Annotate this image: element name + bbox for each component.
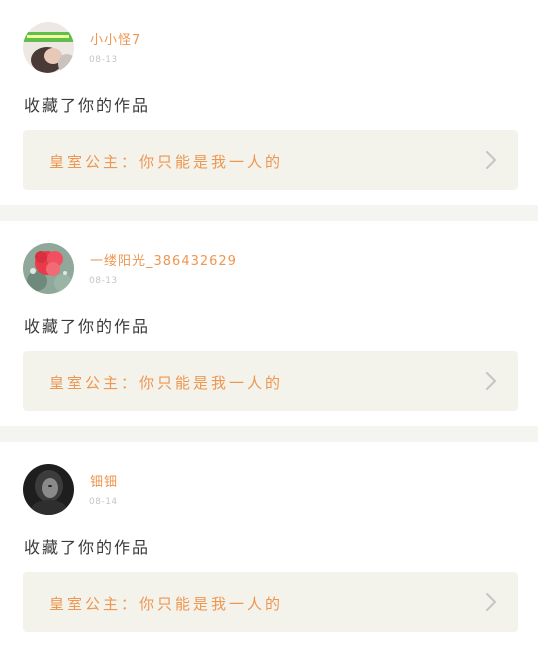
avatar-woman-icon[interactable] — [23, 22, 74, 73]
chevron-right-icon — [485, 592, 497, 612]
work-link[interactable]: 皇室公主：你只能是我一人的 — [23, 351, 518, 411]
action-text: 收藏了你的作品 — [24, 317, 151, 336]
section-divider — [0, 205, 538, 221]
work-title: 皇室公主：你只能是我一人的 — [49, 153, 284, 171]
username[interactable]: 小小怪7 — [90, 29, 141, 48]
action-text: 收藏了你的作品 — [24, 538, 151, 557]
avatar-dark-portrait-icon[interactable] — [23, 464, 74, 515]
action-text: 收藏了你的作品 — [24, 96, 151, 115]
username[interactable]: 钿钿 — [90, 471, 118, 490]
notification-item: 钿钿 08-14 收藏了你的作品 皇室公主：你只能是我一人的 — [0, 442, 538, 647]
chevron-right-icon — [485, 371, 497, 391]
timestamp: 08-13 — [89, 276, 118, 286]
work-link[interactable]: 皇室公主：你只能是我一人的 — [23, 572, 518, 632]
chevron-right-icon — [485, 150, 497, 170]
username[interactable]: 一缕阳光_386432629 — [90, 250, 237, 269]
timestamp: 08-14 — [89, 497, 118, 507]
avatar-flower-icon[interactable] — [23, 243, 74, 294]
work-link[interactable]: 皇室公主：你只能是我一人的 — [23, 130, 518, 190]
timestamp: 08-13 — [89, 55, 118, 65]
section-divider — [0, 426, 538, 442]
work-title: 皇室公主：你只能是我一人的 — [49, 374, 284, 392]
work-title: 皇室公主：你只能是我一人的 — [49, 595, 284, 613]
notification-item: 小小怪7 08-13 收藏了你的作品 皇室公主：你只能是我一人的 — [0, 0, 538, 205]
notification-feed: 小小怪7 08-13 收藏了你的作品 皇室公主：你只能是我一人的 一缕阳光_38… — [0, 0, 538, 647]
notification-item: 一缕阳光_386432629 08-13 收藏了你的作品 皇室公主：你只能是我一… — [0, 221, 538, 426]
